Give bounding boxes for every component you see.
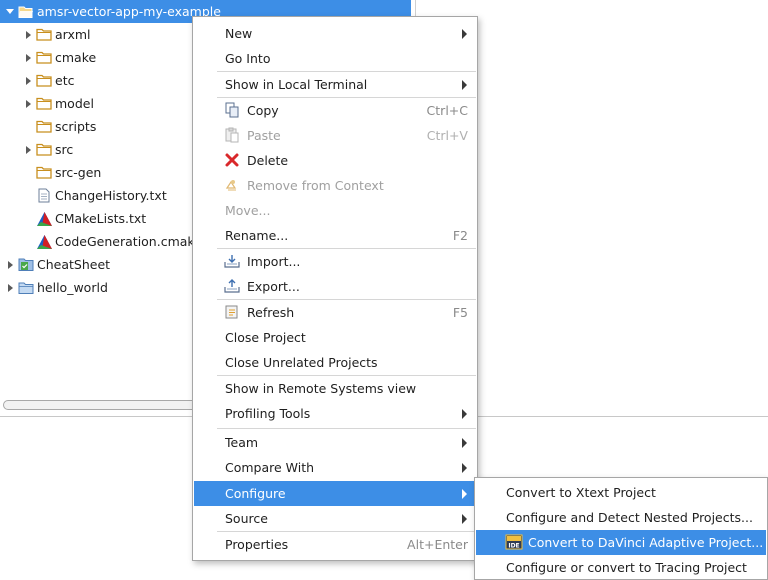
tree-item-label: model bbox=[55, 96, 94, 111]
tree-item-label: scripts bbox=[55, 119, 97, 134]
menu-item-rename[interactable]: Rename... F2 bbox=[194, 223, 476, 248]
tree-item-file[interactable]: CMakeLists.txt bbox=[34, 207, 146, 230]
tree-item-folder[interactable]: cmake bbox=[22, 46, 96, 69]
configure-submenu: Convert to Xtext Project Configure and D… bbox=[474, 477, 768, 580]
open-project-folder-icon bbox=[18, 4, 34, 20]
menu-item-export[interactable]: Export... bbox=[194, 274, 476, 299]
tree-item-label: CodeGeneration.cmake bbox=[55, 234, 202, 249]
expand-twisty[interactable] bbox=[22, 98, 34, 110]
cmake-icon bbox=[36, 234, 52, 250]
tree-item-folder[interactable]: etc bbox=[22, 69, 74, 92]
menu-item-compare-with[interactable]: Compare With bbox=[194, 455, 476, 480]
tree-item-label: src bbox=[55, 142, 74, 157]
folder-icon bbox=[36, 142, 52, 158]
submenu-arrow-icon bbox=[462, 80, 467, 90]
expand-twisty[interactable] bbox=[4, 6, 16, 18]
tree-item-label: cmake bbox=[55, 50, 97, 65]
paste-icon bbox=[224, 127, 240, 143]
folder-icon bbox=[36, 73, 52, 89]
copy-icon bbox=[224, 102, 240, 118]
menu-item-import[interactable]: Import... bbox=[194, 249, 476, 274]
tree-item-folder[interactable]: scripts bbox=[34, 115, 96, 138]
tree-item-folder[interactable]: arxml bbox=[22, 23, 91, 46]
menu-item-profiling-tools[interactable]: Profiling Tools bbox=[194, 401, 476, 426]
expand-twisty[interactable] bbox=[4, 282, 16, 294]
menu-item-configure[interactable]: Configure bbox=[194, 481, 476, 506]
menu-item-show-remote-systems[interactable]: Show in Remote Systems view bbox=[194, 376, 476, 401]
menu-item-configure-tracing[interactable]: Configure or convert to Tracing Project bbox=[476, 555, 766, 580]
cmake-icon bbox=[36, 211, 52, 227]
menu-item-convert-xtext[interactable]: Convert to Xtext Project bbox=[476, 480, 766, 505]
menu-item-configure-nested-projects[interactable]: Configure and Detect Nested Projects... bbox=[476, 505, 766, 530]
menu-item-show-local-terminal[interactable]: Show in Local Terminal bbox=[194, 72, 476, 97]
submenu-arrow-icon bbox=[462, 438, 467, 448]
tree-item-file[interactable]: ChangeHistory.txt bbox=[34, 184, 167, 207]
submenu-arrow-icon bbox=[462, 463, 467, 473]
menu-item-close-project[interactable]: Close Project bbox=[194, 325, 476, 350]
project-folder-icon bbox=[18, 280, 34, 296]
folder-icon bbox=[36, 96, 52, 112]
refresh-icon bbox=[224, 304, 240, 320]
tree-item-label: etc bbox=[55, 73, 75, 88]
tree-item-folder[interactable]: model bbox=[22, 92, 94, 115]
expand-twisty[interactable] bbox=[4, 259, 16, 271]
expand-twisty[interactable] bbox=[22, 52, 34, 64]
folder-icon bbox=[36, 165, 52, 181]
expand-twisty[interactable] bbox=[22, 29, 34, 41]
menu-item-refresh[interactable]: Refresh F5 bbox=[194, 300, 476, 325]
tree-item-label: hello_world bbox=[37, 280, 108, 295]
submenu-arrow-icon bbox=[462, 489, 467, 499]
expand-twisty[interactable] bbox=[22, 144, 34, 156]
tree-item-folder[interactable]: src-gen bbox=[34, 161, 101, 184]
menu-item-go-into[interactable]: Go Into bbox=[194, 46, 476, 71]
tree-item-project[interactable]: hello_world bbox=[4, 276, 108, 299]
remove-context-icon bbox=[224, 177, 240, 193]
menu-item-source[interactable]: Source bbox=[194, 506, 476, 531]
menu-item-remove-from-context[interactable]: Remove from Context bbox=[194, 173, 476, 198]
menu-item-team[interactable]: Team bbox=[194, 430, 476, 455]
context-menu: New Go Into Show in Local Terminal Copy … bbox=[192, 16, 478, 561]
menu-item-paste[interactable]: Paste Ctrl+V bbox=[194, 123, 476, 148]
tree-item-label: CMakeLists.txt bbox=[55, 211, 147, 226]
submenu-arrow-icon bbox=[462, 29, 467, 39]
import-icon bbox=[224, 253, 240, 269]
submenu-arrow-icon bbox=[462, 409, 467, 419]
export-icon bbox=[224, 278, 240, 294]
menu-item-convert-davinci[interactable]: IDE Convert to DaVinci Adaptive Project.… bbox=[476, 530, 766, 555]
tree-item-label: src-gen bbox=[55, 165, 102, 180]
folder-icon bbox=[36, 119, 52, 135]
text-file-icon bbox=[36, 188, 52, 204]
menu-item-close-unrelated-projects[interactable]: Close Unrelated Projects bbox=[194, 350, 476, 375]
menu-item-properties[interactable]: Properties Alt+Enter bbox=[194, 532, 476, 557]
delete-icon bbox=[224, 152, 240, 168]
folder-icon bbox=[36, 50, 52, 66]
tree-item-label: CheatSheet bbox=[37, 257, 111, 272]
davinci-ide-icon: IDE bbox=[505, 534, 523, 550]
tree-item-label: ChangeHistory.txt bbox=[55, 188, 167, 203]
cheatsheet-project-icon bbox=[18, 257, 34, 273]
svg-text:IDE: IDE bbox=[508, 543, 519, 550]
tree-item-folder[interactable]: src bbox=[22, 138, 73, 161]
folder-icon bbox=[36, 27, 52, 43]
menu-item-copy[interactable]: Copy Ctrl+C bbox=[194, 98, 476, 123]
menu-item-delete[interactable]: Delete bbox=[194, 148, 476, 173]
menu-item-move[interactable]: Move... bbox=[194, 198, 476, 223]
menu-item-new[interactable]: New bbox=[194, 21, 476, 46]
tree-item-project[interactable]: CheatSheet bbox=[4, 253, 110, 276]
menu-separator bbox=[217, 428, 476, 429]
submenu-arrow-icon bbox=[462, 514, 467, 524]
expand-twisty[interactable] bbox=[22, 75, 34, 87]
tree-item-label: arxml bbox=[55, 27, 91, 42]
tree-item-file[interactable]: CodeGeneration.cmake bbox=[34, 230, 202, 253]
